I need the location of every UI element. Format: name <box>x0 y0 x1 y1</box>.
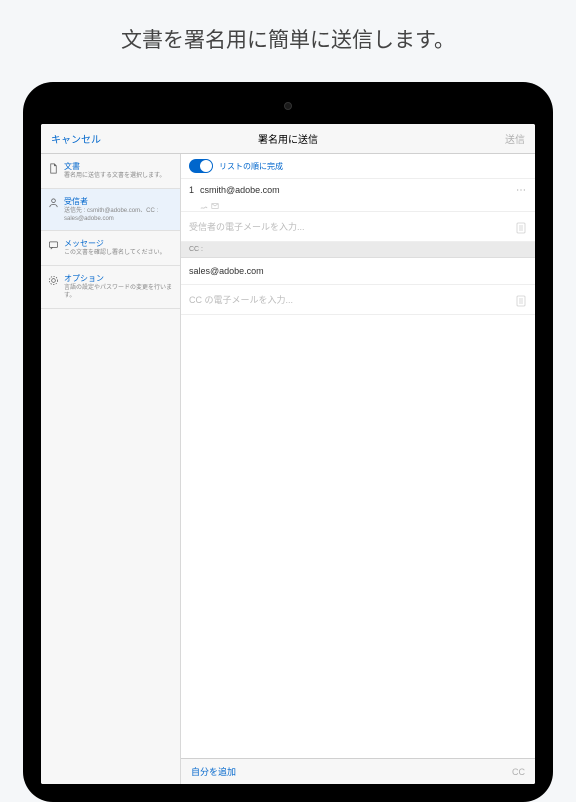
document-icon <box>47 162 59 174</box>
sidebar-item-message[interactable]: メッセージ この文書を確認し署名してください。 <box>41 231 180 266</box>
page-heading: 文書を署名用に簡単に送信します。 <box>0 0 576 74</box>
cc-entry[interactable]: sales@adobe.com <box>181 258 535 285</box>
toggle-label: リストの順に完成 <box>219 161 283 172</box>
recipient-email: csmith@adobe.com <box>200 185 510 195</box>
send-button[interactable]: 送信 <box>505 131 525 146</box>
app-screen: キャンセル 署名用に送信 送信 文書 署名用に送信する文書を選択します。 <box>41 124 535 784</box>
cc-button[interactable]: CC <box>512 767 525 777</box>
add-self-button[interactable]: 自分を追加 <box>191 765 236 778</box>
sidebar-item-label: 文書 <box>64 161 174 172</box>
toggle-row: リストの順に完成 <box>181 154 535 179</box>
sidebar-item-desc: 署名用に送信する文書を選択します。 <box>64 173 174 181</box>
user-icon <box>47 197 59 209</box>
sidebar-item-desc: この文書を確認し署名してください。 <box>64 250 174 258</box>
complete-in-order-toggle[interactable] <box>189 159 213 173</box>
content-area: 文書 署名用に送信する文書を選択します。 受信者 送信先 : csmith@ad… <box>41 154 535 784</box>
contacts-icon[interactable] <box>515 221 527 233</box>
bottom-bar: 自分を追加 CC <box>181 758 535 784</box>
recipient-number: 1 <box>189 185 194 195</box>
nav-title: 署名用に送信 <box>258 131 318 146</box>
sidebar-item-label: オプション <box>64 273 174 284</box>
sidebar-item-desc: 言語の設定やパスワードの変更を行います。 <box>64 285 174 301</box>
sidebar-item-label: メッセージ <box>64 238 174 249</box>
sidebar-item-options[interactable]: オプション 言語の設定やパスワードの変更を行います。 <box>41 266 180 309</box>
cc-input-row[interactable]: CC の電子メールを入力... <box>181 285 535 315</box>
cancel-button[interactable]: キャンセル <box>51 131 101 146</box>
sidebar-item-desc: 送信先 : csmith@adobe.com、CC : sales@adobe.… <box>64 208 174 224</box>
camera-dot <box>284 102 292 110</box>
recipient-input[interactable]: 受信者の電子メールを入力... <box>189 220 509 233</box>
cc-section-header: CC : <box>181 242 535 258</box>
mail-icon <box>211 197 219 205</box>
nav-bar: キャンセル 署名用に送信 送信 <box>41 124 535 154</box>
signer-icon <box>200 197 208 205</box>
tablet-frame: キャンセル 署名用に送信 送信 文書 署名用に送信する文書を選択します。 <box>23 82 553 802</box>
more-button[interactable]: ⋯ <box>516 185 527 196</box>
sidebar-item-recipients[interactable]: 受信者 送信先 : csmith@adobe.com、CC : sales@ad… <box>41 189 180 232</box>
recipient-row[interactable]: 1 csmith@adobe.com ⋯ <box>181 179 535 212</box>
sidebar-item-label: 受信者 <box>64 196 174 207</box>
message-icon <box>47 239 59 251</box>
contacts-icon[interactable] <box>515 294 527 306</box>
sidebar: 文書 署名用に送信する文書を選択します。 受信者 送信先 : csmith@ad… <box>41 154 181 784</box>
gear-icon <box>47 274 59 286</box>
main-panel: リストの順に完成 1 csmith@adobe.com <box>181 154 535 784</box>
recipient-input-row[interactable]: 受信者の電子メールを入力... <box>181 212 535 242</box>
cc-input[interactable]: CC の電子メールを入力... <box>189 293 509 306</box>
sidebar-item-document[interactable]: 文書 署名用に送信する文書を選択します。 <box>41 154 180 189</box>
